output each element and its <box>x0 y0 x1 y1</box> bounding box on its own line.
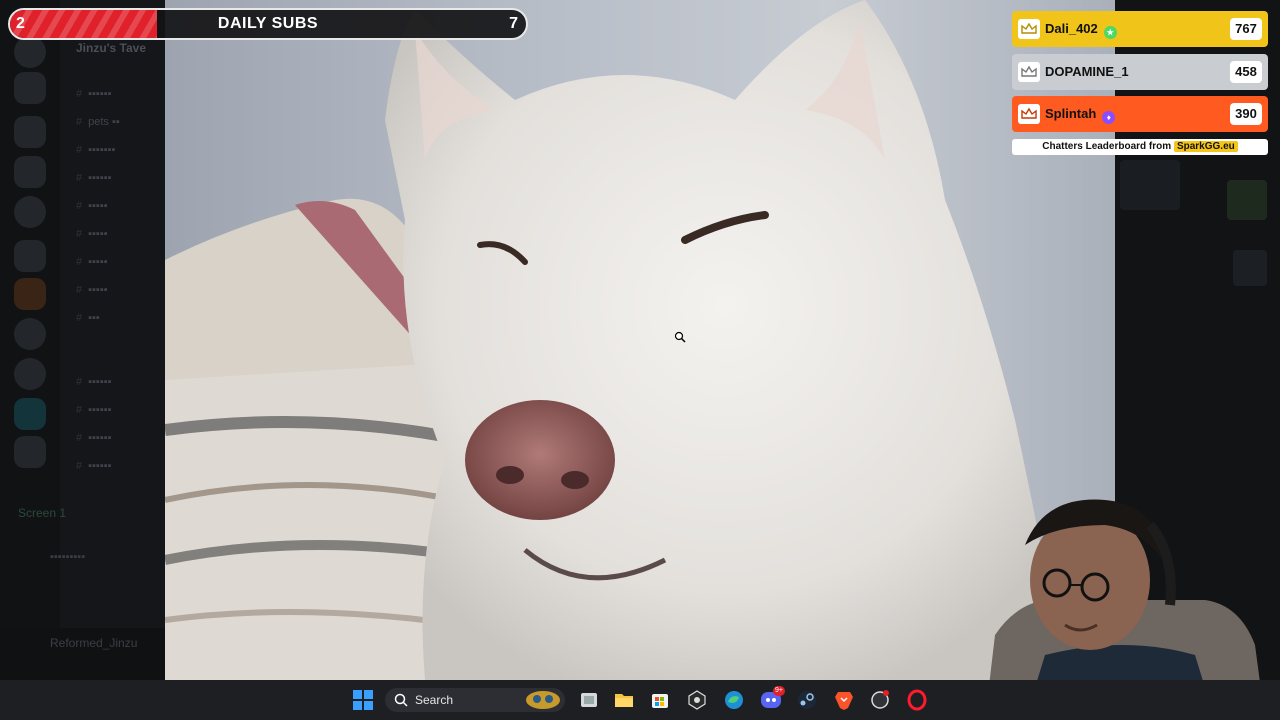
obs-icon[interactable] <box>686 689 708 711</box>
taskbar-search[interactable]: Search <box>385 688 565 712</box>
channel-item[interactable]: # ▪▪▪▪▪▪ <box>76 460 112 472</box>
server-icon[interactable] <box>14 278 46 310</box>
server-icon[interactable] <box>14 436 46 468</box>
server-icon[interactable] <box>14 72 46 104</box>
channel-item[interactable]: # ▪▪▪▪▪ <box>76 256 108 268</box>
taskbar <box>0 680 1280 720</box>
crown-icon <box>1018 104 1040 124</box>
channel-item[interactable]: # ▪▪▪▪▪▪ <box>76 404 112 416</box>
prime-badge-icon: ♦ <box>1102 111 1116 124</box>
leaderboard-name: DOPAMINE_1 <box>1045 64 1129 79</box>
channel-item[interactable]: # ▪▪▪▪▪▪ <box>76 172 112 184</box>
server-icon[interactable] <box>14 196 46 228</box>
app-icon[interactable] <box>869 689 891 711</box>
thumbnail <box>1227 180 1267 220</box>
store-icon[interactable] <box>649 689 671 711</box>
channel-item[interactable]: # ▪▪▪▪▪▪ <box>76 376 112 388</box>
discord-notification-badge: 9+ <box>773 686 785 696</box>
crown-icon <box>1018 19 1040 39</box>
steam-icon[interactable] <box>796 689 818 711</box>
leaderboard-row-3: Splintah ♦ 390 <box>1012 96 1268 132</box>
channel-item[interactable]: # ▪▪▪▪▪ <box>76 200 108 212</box>
leaderboard-score: 458 <box>1230 61 1262 83</box>
channel-item[interactable]: # ▪▪▪▪▪▪ <box>76 88 112 100</box>
user-name: Reformed_Jinzu <box>50 636 138 650</box>
crown-icon <box>1018 62 1040 82</box>
daily-subs-bar: DAILY SUBS 2 7 <box>8 8 528 40</box>
brave-icon[interactable] <box>833 689 855 711</box>
server-icon[interactable] <box>14 116 46 148</box>
channel-item[interactable]: # ▪▪▪▪▪▪▪ <box>76 144 115 156</box>
leaderboard-footer: Chatters Leaderboard from SparkGG.eu <box>1012 139 1268 155</box>
server-icon[interactable] <box>14 398 46 430</box>
subs-goal: 7 <box>509 15 518 32</box>
channel-item[interactable]: # ▪▪▪▪▪ <box>76 228 108 240</box>
search-placeholder: Search <box>415 693 454 707</box>
server-icon[interactable] <box>14 358 46 390</box>
thumbnail <box>1233 250 1267 286</box>
subs-label: DAILY SUBS <box>217 15 319 32</box>
server-icon[interactable] <box>14 36 46 68</box>
task-view-icon[interactable] <box>578 689 600 711</box>
server-icon[interactable] <box>14 318 46 350</box>
leaderboard-footer-text: Chatters Leaderboard from <box>1042 141 1172 152</box>
zoom-cursor-icon <box>674 330 686 348</box>
leaderboard-name: Dali_402 <box>1045 21 1098 36</box>
server-icon[interactable] <box>14 156 46 188</box>
channel-item[interactable]: # ▪▪▪▪▪ <box>76 284 108 296</box>
subs-current: 2 <box>16 15 25 32</box>
server-rail <box>0 0 60 680</box>
thumbnail <box>1120 160 1180 210</box>
leaderboard-score: 390 <box>1230 103 1262 125</box>
leaderboard-score: 767 <box>1230 18 1262 40</box>
star-badge-icon: ★ <box>1103 26 1117 39</box>
windows-start-icon[interactable] <box>352 689 374 711</box>
leaderboard-row-2: DOPAMINE_1 458 <box>1012 54 1268 90</box>
leaderboard-brand: SparkGG.eu <box>1173 141 1238 152</box>
system-clock <box>1262 685 1265 699</box>
file-explorer-icon[interactable] <box>613 689 635 711</box>
leaderboard-row-1: Dali_402 ★ 767 <box>1012 11 1268 47</box>
dog-photo <box>165 0 1115 680</box>
leaderboard-name: Splintah <box>1045 106 1097 121</box>
discord-sidebar: Jinzu's Tave # ▪▪▪▪▪▪ # pets ▪▪ # ▪▪▪▪▪▪▪ #… <box>0 0 165 680</box>
opera-icon[interactable] <box>906 689 928 711</box>
channel-item[interactable]: # pets ▪▪ <box>76 116 120 128</box>
widgets-icon <box>526 691 560 709</box>
server-icon[interactable] <box>14 240 46 272</box>
dog-image <box>165 0 1065 680</box>
edge-icon[interactable] <box>723 689 745 711</box>
channel-item[interactable]: # ▪▪▪▪▪▪ <box>76 432 112 444</box>
screen-share-label[interactable]: Screen 1 <box>18 506 158 532</box>
search-icon <box>394 693 408 707</box>
voice-status: ▪▪▪▪▪▪▪▪▪ <box>50 551 86 563</box>
server-title: Jinzu's Tave <box>76 41 146 55</box>
user-panel: Reformed_Jinzu <box>0 628 165 680</box>
channel-item[interactable]: # ▪▪▪ <box>76 312 100 324</box>
